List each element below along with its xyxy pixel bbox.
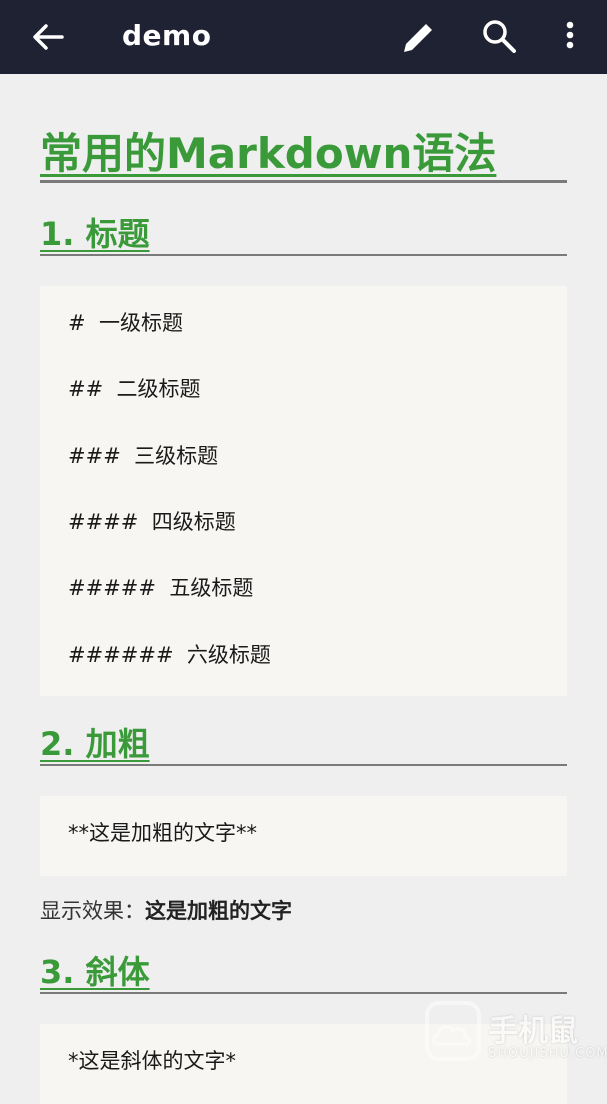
watermark-text: 手机鼠 bbox=[488, 1014, 578, 1049]
document-title: 常用的Markdown语法 bbox=[40, 129, 497, 178]
section-rule bbox=[40, 992, 567, 994]
watermark-subtext: SHOUJISHU.COM bbox=[488, 1046, 607, 1061]
title-rule bbox=[40, 180, 567, 183]
bold-result: 这是加粗的文字 bbox=[145, 899, 292, 923]
search-icon[interactable] bbox=[478, 15, 520, 57]
result-label: 显示效果： bbox=[40, 899, 145, 923]
section-heading: 1. 标题 bbox=[40, 215, 150, 253]
code-line: **这是加粗的文字** bbox=[68, 821, 257, 845]
section-heading: 3. 斜体 bbox=[40, 953, 150, 991]
app-bar: demo bbox=[0, 0, 607, 74]
cloud-logo-icon bbox=[425, 1001, 481, 1061]
code-line: *这是斜体的文字* bbox=[68, 1049, 236, 1073]
code-block: **这是加粗的文字** bbox=[40, 796, 567, 876]
code-line: ### 三级标题 bbox=[68, 444, 219, 468]
code-line: ## 二级标题 bbox=[68, 377, 201, 401]
more-vertical-icon[interactable] bbox=[556, 15, 584, 57]
code-line: ###### 六级标题 bbox=[68, 643, 271, 667]
app-title: demo bbox=[122, 19, 212, 52]
section-rule bbox=[40, 254, 567, 256]
code-line: # 一级标题 bbox=[68, 311, 183, 335]
code-block: # 一级标题 ## 二级标题 ### 三级标题 #### 四级标题 ##### … bbox=[40, 286, 567, 696]
code-line: #### 四级标题 bbox=[68, 510, 236, 534]
section-rule bbox=[40, 764, 567, 766]
back-arrow-icon[interactable] bbox=[28, 17, 68, 57]
code-line: ##### 五级标题 bbox=[68, 576, 254, 600]
result-paragraph: 显示效果：这是加粗的文字 bbox=[40, 896, 292, 926]
watermark-logo: 手机鼠 SHOUJISHU.COM bbox=[424, 1000, 607, 1070]
section-heading: 2. 加粗 bbox=[40, 725, 150, 763]
pencil-icon[interactable] bbox=[398, 16, 440, 58]
